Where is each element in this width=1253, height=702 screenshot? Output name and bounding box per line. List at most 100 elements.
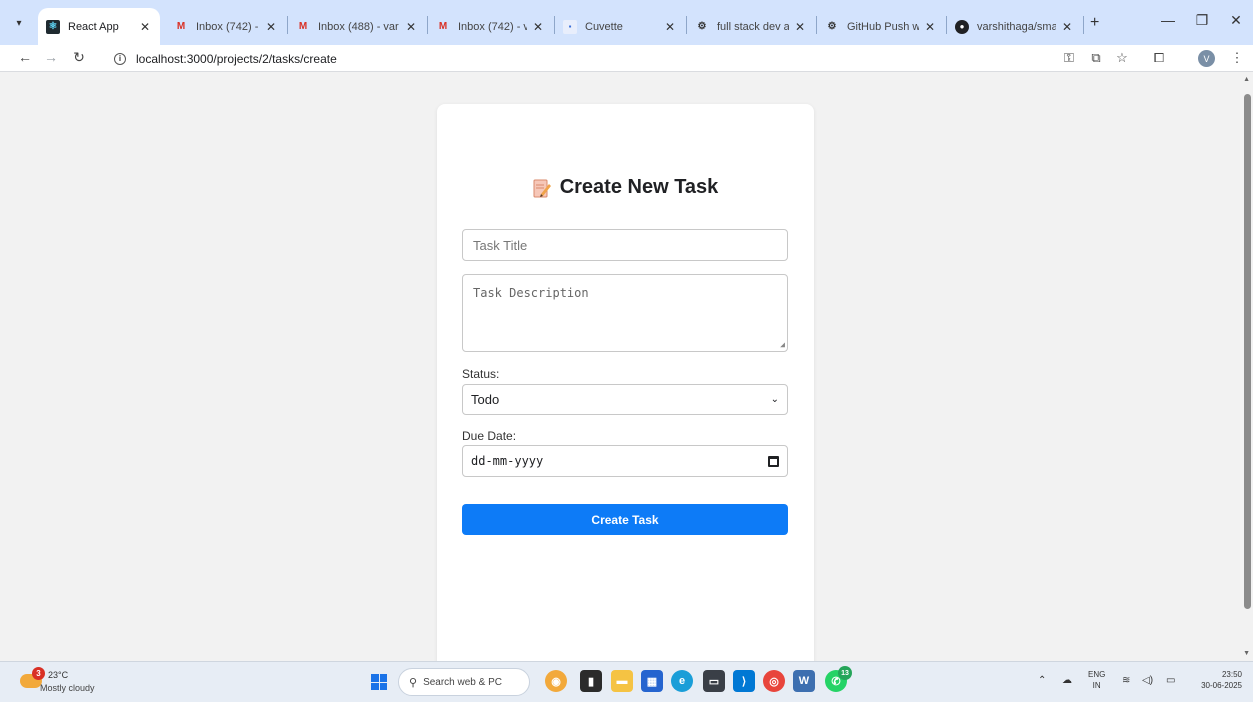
vscode-icon[interactable]: ⟩ <box>733 670 755 692</box>
page-viewport: Create New Task Task Title Task Descript… <box>0 72 1253 674</box>
tab-title: Cuvette <box>585 20 623 33</box>
tab-separator <box>1083 16 1084 34</box>
search-icon: ⚲ <box>409 676 418 689</box>
tab-github-push[interactable]: ⚙ GitHub Push wit ✕ <box>817 8 945 45</box>
chatgpt-icon: ⚙ <box>827 21 837 32</box>
due-date-input[interactable]: dd-mm-yyyy <box>462 445 788 477</box>
scroll-up-arrow-icon[interactable]: ▲ <box>1243 76 1250 83</box>
close-icon[interactable]: ✕ <box>793 20 807 34</box>
cuvette-icon: ▪ <box>563 19 577 34</box>
taskbar-search-placeholder: Search web & PC <box>423 676 502 688</box>
edge-icon[interactable]: e <box>671 670 693 692</box>
close-icon[interactable]: ✕ <box>531 20 545 34</box>
terminal-icon[interactable]: ▭ <box>703 670 725 692</box>
wifi-icon[interactable]: ≋ <box>1122 675 1130 686</box>
close-icon[interactable]: ✕ <box>404 20 418 34</box>
close-icon[interactable]: ✕ <box>1060 20 1074 34</box>
scrollbar-thumb[interactable] <box>1244 94 1251 609</box>
close-icon[interactable]: ✕ <box>923 20 937 34</box>
windows-start-icon[interactable] <box>371 674 387 690</box>
app-icon[interactable]: W <box>793 670 815 692</box>
tab-cuvette[interactable]: ▪ Cuvette ✕ <box>555 8 685 45</box>
close-icon[interactable]: ✕ <box>663 20 677 34</box>
tab-title: React App <box>68 20 119 33</box>
task-title-placeholder: Task Title <box>473 237 528 253</box>
status-value: Todo <box>471 392 500 407</box>
volume-icon[interactable]: ◁) <box>1142 675 1153 686</box>
language-code: ENG <box>1088 670 1106 679</box>
weather-desc: Mostly cloudy <box>40 683 95 693</box>
gmail-icon: M <box>298 21 308 32</box>
browser-menu-icon[interactable]: ⋮ <box>1228 50 1246 66</box>
store-icon[interactable]: ▦ <box>641 670 663 692</box>
weather-badge: 3 <box>32 667 45 680</box>
address-url: localhost:3000/projects/2/tasks/create <box>136 51 337 66</box>
tray-chevron-up-icon[interactable]: ⌃ <box>1038 675 1046 686</box>
close-icon[interactable]: ✕ <box>138 20 152 34</box>
windows-taskbar: 3 23°C Mostly cloudy ⚲ Search web & PC ◉… <box>0 661 1253 702</box>
page-title: Create New Task <box>437 176 814 199</box>
gmail-icon: M <box>438 21 448 32</box>
tab-title: varshithaga/sma <box>977 20 1056 33</box>
react-icon: ⚛ <box>46 19 60 34</box>
maximize-button[interactable]: ❐ <box>1192 12 1212 29</box>
create-task-button[interactable]: Create Task <box>462 504 788 535</box>
gmail-icon: M <box>176 21 186 32</box>
memo-icon <box>533 178 551 198</box>
whatsapp-badge: 13 <box>838 666 852 680</box>
tab-title: Inbox (742) - var <box>196 20 260 33</box>
battery-icon[interactable]: ▭ <box>1166 675 1175 686</box>
due-date-placeholder: dd-mm-yyyy <box>471 454 544 468</box>
tab-search-button[interactable]: ▾ <box>8 12 30 34</box>
close-icon[interactable]: ✕ <box>264 20 278 34</box>
tab-title: Inbox (488) - var <box>318 20 399 33</box>
tab-title: full stack dev ass <box>717 20 789 33</box>
bookmark-star-icon[interactable]: ☆ <box>1113 50 1131 66</box>
calendar-icon[interactable] <box>768 455 779 467</box>
file-explorer-icon[interactable]: ▬ <box>611 670 633 692</box>
weather-temp: 23°C <box>48 670 69 680</box>
tab-inbox-3[interactable]: M Inbox (742) - var ✕ <box>428 8 553 45</box>
chrome-icon[interactable]: ◎ <box>763 670 785 692</box>
due-date-label: Due Date: <box>462 429 517 443</box>
copilot-icon[interactable]: ◉ <box>545 670 567 692</box>
onedrive-cloud-icon[interactable]: ☁ <box>1062 675 1072 686</box>
new-tab-button[interactable]: + <box>1090 14 1099 32</box>
clock-time: 23:50 <box>1221 670 1242 679</box>
forward-button[interactable]: → <box>42 49 60 65</box>
chevron-down-icon: ⌄ <box>770 394 779 405</box>
tab-inbox-2[interactable]: M Inbox (488) - var ✕ <box>288 8 426 45</box>
site-info-icon[interactable]: i <box>114 52 126 65</box>
address-bar[interactable]: i localhost:3000/projects/2/tasks/create <box>104 47 1104 70</box>
password-key-icon[interactable]: ⚿ <box>1060 50 1078 66</box>
github-icon: ● <box>955 19 969 34</box>
task-title-input[interactable]: Task Title <box>462 229 788 261</box>
install-app-icon[interactable]: ⧉ <box>1087 50 1105 66</box>
task-view-icon[interactable]: ▮ <box>580 670 602 692</box>
browser-toolbar: ← → ↻ i localhost:3000/projects/2/tasks/… <box>0 45 1253 72</box>
extensions-icon[interactable]: ⧠ <box>1150 50 1168 66</box>
minimize-button[interactable]: — <box>1158 12 1178 28</box>
tab-github-repo[interactable]: ● varshithaga/sma ✕ <box>947 8 1082 45</box>
tab-full-stack[interactable]: ⚙ full stack dev ass ✕ <box>687 8 815 45</box>
tab-title: Inbox (742) - var <box>458 20 527 33</box>
language-indicator[interactable]: ENG IN <box>1088 669 1105 691</box>
task-description-textarea[interactable]: Task Description ◢ <box>462 274 788 352</box>
window-close-button[interactable]: ✕ <box>1226 12 1246 29</box>
chatgpt-icon: ⚙ <box>697 21 707 32</box>
tab-inbox-1[interactable]: M Inbox (742) - var ✕ <box>166 8 286 45</box>
resize-grip-icon[interactable]: ◢ <box>780 340 785 349</box>
back-button[interactable]: ← <box>16 49 34 65</box>
profile-avatar[interactable]: V <box>1198 50 1215 67</box>
reload-button[interactable]: ↻ <box>70 49 88 66</box>
browser-tab-strip: ▾ ⚛ React App ✕ M Inbox (742) - var ✕ M … <box>0 0 1253 45</box>
status-label: Status: <box>462 367 500 381</box>
weather-widget[interactable]: 3 23°C Mostly cloudy <box>20 667 140 697</box>
scroll-down-arrow-icon[interactable]: ▼ <box>1243 650 1250 657</box>
system-clock[interactable]: 23:50 30-06-2025 <box>1200 669 1242 691</box>
region-code: IN <box>1092 681 1101 690</box>
status-select[interactable]: Todo ⌄ <box>462 384 788 415</box>
page-title-text: Create New Task <box>559 176 719 198</box>
taskbar-search-input[interactable]: ⚲ Search web & PC <box>398 668 530 696</box>
tab-react-app[interactable]: ⚛ React App ✕ <box>38 8 160 45</box>
